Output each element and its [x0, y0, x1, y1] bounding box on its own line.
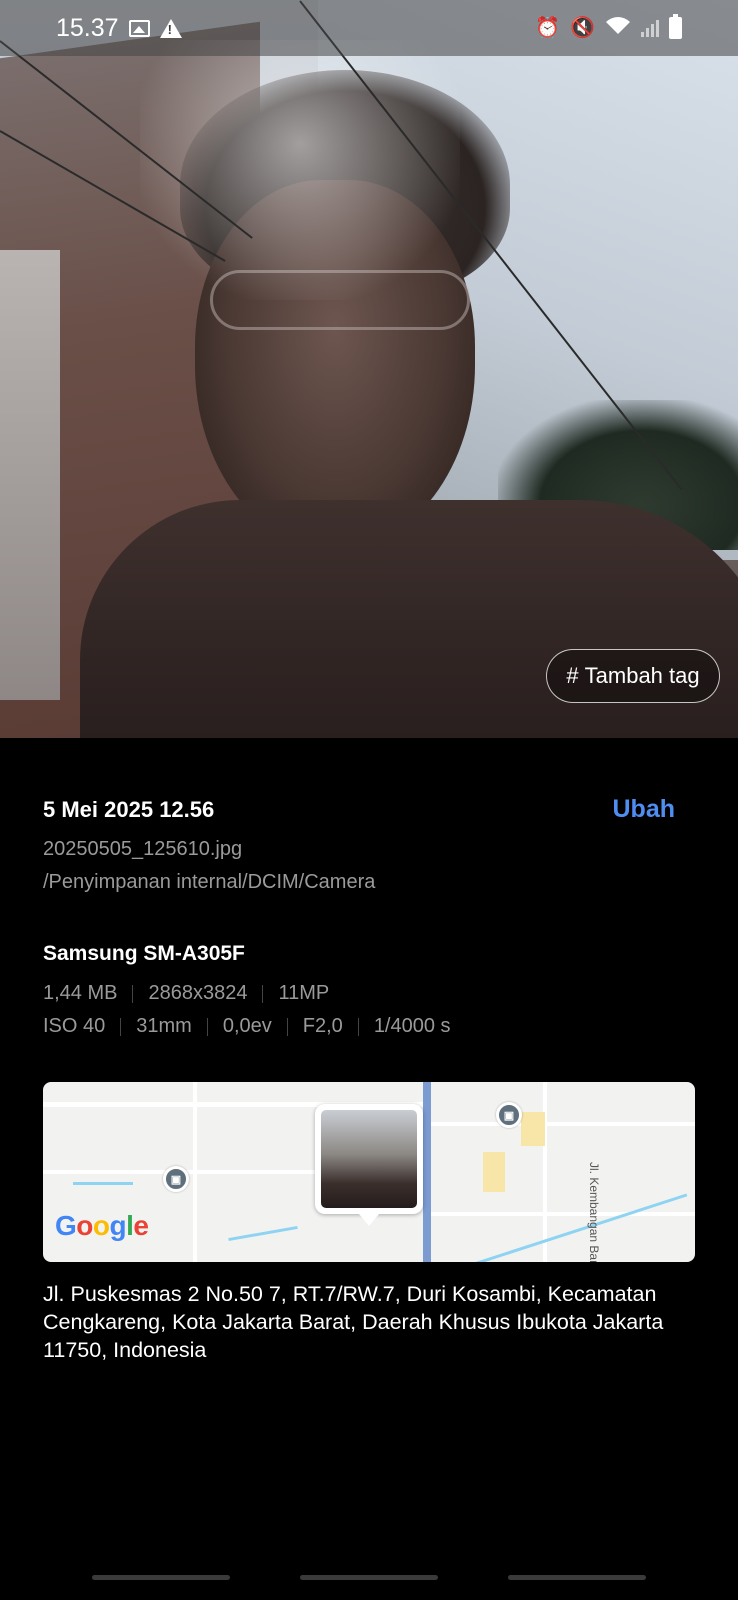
- photo-viewer[interactable]: [0, 0, 738, 738]
- status-bar: 15.37 ⏰ 🔇: [0, 0, 738, 56]
- map-photo-thumbnail: [321, 1110, 417, 1208]
- file-name: 20250505_125610.jpg: [43, 838, 243, 860]
- wifi-icon: [605, 16, 631, 40]
- nav-back-button[interactable]: [508, 1575, 646, 1580]
- file-path: /Penyimpanan internal/DCIM/Camera: [43, 871, 376, 893]
- map-area: [483, 1152, 505, 1192]
- divider: [120, 1017, 122, 1036]
- alarm-icon: ⏰: [535, 17, 561, 39]
- map-water: [73, 1182, 133, 1185]
- resolution: 2868x3824: [148, 982, 248, 1004]
- focal-length: 31mm: [136, 1015, 192, 1037]
- add-tag-button[interactable]: # Tambah tag: [546, 649, 720, 703]
- divider: [132, 984, 134, 1003]
- map-main-road: [423, 1082, 431, 1262]
- mute-icon: 🔇: [570, 17, 595, 39]
- iso: ISO 40: [43, 1015, 106, 1037]
- map-road: [431, 1212, 695, 1216]
- map-road: [193, 1082, 197, 1262]
- location-address: Jl. Puskesmas 2 No.50 7, RT.7/RW.7, Duri…: [43, 1282, 664, 1362]
- warning-icon: [159, 18, 182, 38]
- navigation-bar: [0, 1575, 738, 1587]
- photo-details: 5 Mei 2025 12.56 Ubah 20250505_125610.jp…: [43, 795, 695, 894]
- signal-icon: [641, 19, 659, 37]
- photo-glare: [140, 40, 460, 300]
- status-right: ⏰ 🔇: [535, 14, 682, 40]
- file-size: 1,44 MB: [43, 982, 118, 1004]
- device-name: Samsung SM-A305F: [43, 942, 245, 965]
- megapixels: 11MP: [278, 982, 330, 1004]
- camera-specs: ISO 40 31mm 0,0ev F2,0 1/4000 s: [43, 1015, 451, 1038]
- battery-icon: [669, 14, 682, 39]
- exposure-value: 0,0ev: [222, 1015, 272, 1037]
- status-left: 15.37: [56, 14, 182, 43]
- photo-date: 5 Mei 2025 12.56: [43, 796, 215, 822]
- map-road: [543, 1082, 547, 1262]
- map-street-label: Jl. Kembangan Baru: [587, 1162, 601, 1262]
- map-area: [521, 1112, 545, 1146]
- map-photo-marker[interactable]: [315, 1104, 423, 1226]
- date-row: 5 Mei 2025 12.56 Ubah: [43, 795, 695, 824]
- nav-recents-button[interactable]: [92, 1575, 230, 1580]
- edit-button[interactable]: Ubah: [613, 795, 676, 824]
- shutter-speed: 1/4000 s: [373, 1015, 451, 1037]
- photo-wall: [0, 250, 60, 700]
- divider: [286, 1017, 288, 1036]
- divider: [262, 984, 264, 1003]
- image-icon: [128, 19, 150, 37]
- map-water: [228, 1225, 298, 1242]
- google-logo: Google: [55, 1210, 149, 1241]
- location-map[interactable]: ▣ ▣ Jl. Kembangan Baru Google: [43, 1082, 695, 1262]
- hashtag-icon: #: [566, 663, 579, 688]
- map-water: [448, 1193, 688, 1262]
- add-tag-label: Tambah tag: [584, 663, 700, 688]
- status-time: 15.37: [56, 13, 119, 42]
- map-road: [431, 1122, 695, 1126]
- transit-icon[interactable]: ▣: [496, 1102, 522, 1128]
- nav-home-button[interactable]: [300, 1575, 438, 1580]
- divider: [206, 1017, 208, 1036]
- aperture: F2,0: [302, 1015, 343, 1037]
- file-specs: 1,44 MB 2868x3824 11MP: [43, 982, 329, 1005]
- divider: [357, 1017, 359, 1036]
- transit-icon[interactable]: ▣: [163, 1166, 189, 1192]
